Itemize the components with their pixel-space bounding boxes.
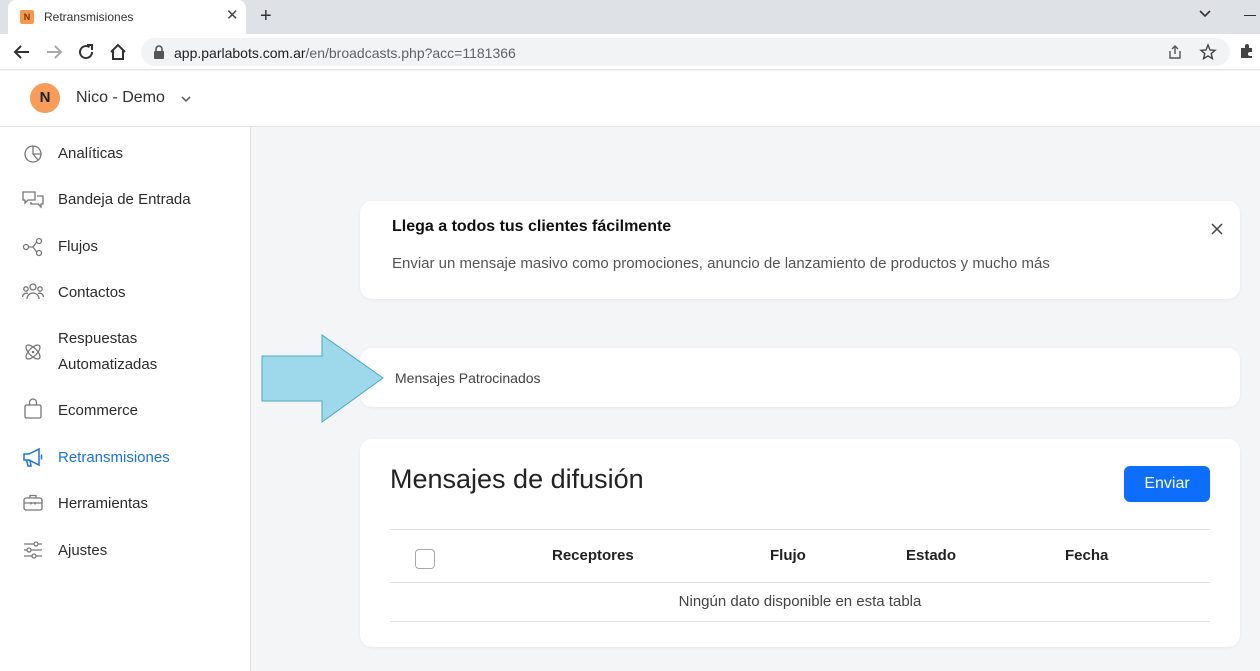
chevron-down-icon[interactable] xyxy=(180,93,192,105)
sidebar-item-ecommerce[interactable]: Ecommerce xyxy=(0,398,250,424)
bookmark-star-icon[interactable] xyxy=(1199,43,1217,61)
tab-close-icon[interactable]: ✕ xyxy=(226,8,239,24)
sidebar-item-label: Respuestas xyxy=(58,330,138,347)
app-header: N Nico - Demo xyxy=(0,71,1260,127)
chat-bubbles-icon xyxy=(22,191,44,209)
column-header-fecha[interactable]: Fecha xyxy=(1065,547,1108,564)
back-icon[interactable] xyxy=(12,42,32,62)
sidebar-item-label: Analíticas xyxy=(58,145,124,162)
sponsored-messages-card[interactable]: Mensajes Patrocinados xyxy=(360,348,1240,407)
sidebar-item-ajustes[interactable]: Ajustes xyxy=(0,538,250,564)
sidebar: Analíticas Bandeja de Entrada Flujos Con… xyxy=(0,127,251,671)
toolbox-icon xyxy=(23,494,43,511)
sliders-icon xyxy=(24,541,42,559)
sidebar-item-respuestas[interactable]: Respuestas Automatizadas xyxy=(0,326,250,378)
atom-icon xyxy=(25,344,41,360)
column-header-estado[interactable]: Estado xyxy=(906,547,956,564)
table-header: Receptores Flujo Estado Fecha xyxy=(390,529,1210,583)
browser-tab[interactable]: N Retransmisiones ✕ xyxy=(8,0,246,34)
promo-text: Enviar un mensaje masivo como promocione… xyxy=(392,255,1050,272)
browser-tab-bar: N Retransmisiones ✕ + xyxy=(0,0,1260,34)
select-all-checkbox[interactable] xyxy=(415,549,435,569)
page-title: Mensajes de difusión xyxy=(390,464,644,494)
sidebar-item-label: Ecommerce xyxy=(58,402,139,419)
sidebar-item-bandeja[interactable]: Bandeja de Entrada xyxy=(0,187,250,213)
tab-title: Retransmisiones xyxy=(44,10,134,24)
table-empty-message: Ningún dato disponible en esta tabla xyxy=(390,583,1210,622)
sidebar-item-analiticas[interactable]: Analíticas xyxy=(0,141,250,167)
users-icon xyxy=(22,283,44,300)
browser-toolbar: app.parlabots.com.ar/en/broadcasts.php?a… xyxy=(0,34,1260,70)
reload-icon[interactable] xyxy=(76,42,96,62)
sidebar-item-contactos[interactable]: Contactos xyxy=(0,280,250,306)
home-icon[interactable] xyxy=(108,42,128,62)
send-button[interactable]: Enviar xyxy=(1124,466,1210,502)
close-icon[interactable] xyxy=(1210,222,1224,236)
flow-icon xyxy=(22,237,43,257)
address-bar[interactable]: app.parlabots.com.ar/en/broadcasts.php?a… xyxy=(141,38,1230,66)
sidebar-item-flujos[interactable]: Flujos xyxy=(0,234,250,260)
megaphone-icon xyxy=(23,447,43,467)
tab-search-chevron-icon[interactable] xyxy=(1197,6,1213,22)
new-tab-icon[interactable]: + xyxy=(260,6,272,26)
column-header-receptores[interactable]: Receptores xyxy=(552,547,634,564)
promo-card: Llega a todos tus clientes fácilmente En… xyxy=(360,201,1240,299)
favicon-icon: N xyxy=(20,10,34,24)
share-icon[interactable] xyxy=(1167,44,1183,60)
sidebar-item-label: Bandeja de Entrada xyxy=(58,191,191,208)
sidebar-item-label: Retransmisiones xyxy=(58,449,170,466)
sidebar-item-label: Automatizadas xyxy=(58,356,158,373)
shopping-bag-icon xyxy=(24,398,42,419)
url-text: app.parlabots.com.ar/en/broadcasts.php?a… xyxy=(174,45,516,61)
sidebar-item-label: Flujos xyxy=(58,238,99,255)
sidebar-item-label: Ajustes xyxy=(58,542,108,559)
sidebar-item-label: Contactos xyxy=(58,284,126,301)
sidebar-item-label: Herramientas xyxy=(58,495,149,512)
minimize-icon[interactable] xyxy=(1244,15,1256,16)
sidebar-item-retransmisiones[interactable]: Retransmisiones xyxy=(0,445,250,471)
pie-chart-icon xyxy=(24,145,42,163)
extensions-puzzle-icon[interactable] xyxy=(1238,42,1256,60)
column-header-flujo[interactable]: Flujo xyxy=(770,547,806,564)
account-name[interactable]: Nico - Demo xyxy=(76,89,165,107)
avatar[interactable]: N xyxy=(30,83,60,113)
sidebar-item-herramientas[interactable]: Herramientas xyxy=(0,491,250,517)
broadcasts-card: Mensajes de difusión Enviar Receptores F… xyxy=(360,439,1240,647)
sponsored-messages-label: Mensajes Patrocinados xyxy=(395,370,541,386)
pointer-arrow-icon xyxy=(261,334,384,423)
promo-title: Llega a todos tus clientes fácilmente xyxy=(392,218,672,235)
lock-icon[interactable] xyxy=(153,45,165,59)
forward-icon[interactable] xyxy=(44,42,64,62)
